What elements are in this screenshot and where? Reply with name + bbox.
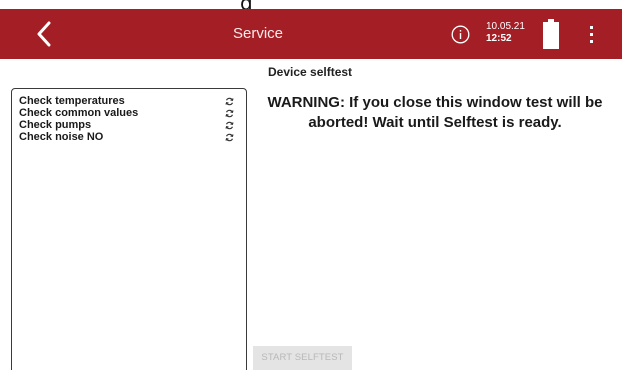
check-row-pumps: Check pumps	[19, 119, 239, 131]
check-label: Check common values	[19, 107, 139, 119]
info-circle-icon[interactable]	[451, 25, 470, 44]
app-bar: Service 10.05.21 12:52	[0, 9, 622, 59]
menu-dot	[590, 40, 593, 43]
refresh-icon	[225, 121, 234, 130]
battery-level	[543, 22, 559, 49]
battery-full-icon	[543, 19, 559, 49]
check-label: Check noise NO	[19, 131, 104, 143]
back-button[interactable]	[30, 20, 58, 48]
selftest-heading: Device selftest	[268, 65, 353, 79]
page-title: Service	[233, 25, 284, 42]
status-time: 12:52	[486, 33, 512, 44]
clipped-top-text: g	[0, 0, 622, 9]
clipped-top-text-fragment: g	[240, 0, 253, 9]
refresh-icon	[225, 109, 234, 118]
refresh-icon	[225, 97, 234, 106]
status-date: 10.05.21	[486, 21, 525, 32]
check-row-temperatures: Check temperatures	[19, 95, 239, 107]
menu-dot	[590, 26, 593, 29]
chevron-left-icon	[37, 21, 51, 47]
check-row-noise-no: Check noise NO	[19, 131, 239, 143]
check-list-panel: Check temperatures Check common values C…	[11, 88, 247, 370]
start-selftest-button[interactable]: START SELFTEST	[253, 346, 352, 370]
refresh-icon	[225, 133, 234, 142]
menu-dot	[590, 33, 593, 36]
check-label: Check pumps	[19, 119, 92, 131]
check-row-common-values: Check common values	[19, 107, 239, 119]
check-label: Check temperatures	[19, 95, 125, 107]
abort-warning-text: WARNING: If you close this window test w…	[267, 94, 603, 131]
more-vertical-icon[interactable]	[587, 26, 595, 44]
